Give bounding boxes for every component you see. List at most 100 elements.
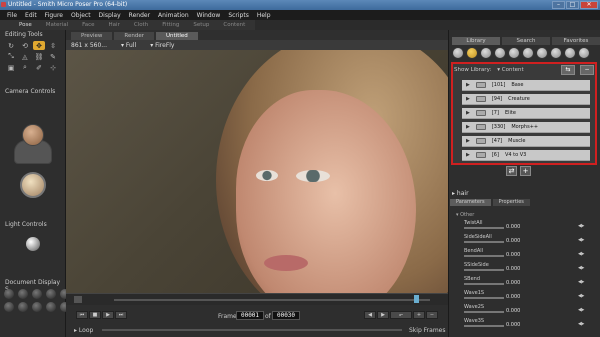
view-magnifier-icon[interactable]: ⌕ [19,63,31,72]
renderer-dropdown[interactable]: ▾ FireFly [150,42,174,49]
menu-scripts[interactable]: Scripts [224,12,253,19]
loop-range-track[interactable] [102,329,402,331]
room-tab-setup[interactable]: Setup [186,22,216,28]
display-style-icon[interactable] [18,289,28,299]
menu-animation[interactable]: Animation [154,12,193,19]
parameter-value[interactable]: 0.000 [506,252,520,258]
menu-help[interactable]: Help [253,12,275,19]
render-viewport[interactable] [66,50,448,293]
library-folder-row[interactable]: ▶ [330] Morphs++ [462,122,590,133]
menu-figure[interactable]: Figure [41,12,67,19]
remove-key-icon[interactable]: − [426,311,438,319]
tab-preview[interactable]: Preview [71,32,113,40]
display-style-icon[interactable] [4,289,14,299]
timeline-marker[interactable] [414,295,419,303]
parameter-slider[interactable] [464,255,504,257]
parameter-menu-icon[interactable]: ◀▸ [578,251,584,257]
chain-break-icon[interactable]: ⛓ [33,52,45,61]
parameter-menu-icon[interactable]: ◀▸ [578,279,584,285]
menu-object[interactable]: Object [67,12,95,19]
translate-in-out-icon[interactable]: ⇳ [47,41,59,50]
tab-properties[interactable]: Properties [492,199,530,206]
library-folder-row[interactable]: ▶ [47] Muscle [462,136,590,147]
cameras-category-icon[interactable] [564,47,576,59]
library-folder-row[interactable]: ▶ [6] V4 to V3 [462,150,590,161]
total-frames-field[interactable]: 00030 [272,311,300,320]
expand-arrow-icon[interactable]: ▶ [466,124,470,130]
loop-checkbox[interactable]: ▸ Loop [74,327,93,334]
stop-icon[interactable]: ■ [89,311,101,319]
parameter-menu-icon[interactable]: ◀▸ [578,321,584,327]
tab-parameters[interactable]: Parameters [450,199,491,206]
fast-forward-icon[interactable]: ⏭ [115,311,127,319]
tab-untitled[interactable]: Untitled [156,32,198,40]
maximize-button[interactable]: □ [566,1,579,9]
remove-library-icon[interactable]: − [580,65,594,75]
light-sphere-icon[interactable] [26,237,40,251]
direct-manipulation-icon[interactable]: ⊹ [47,63,59,72]
play-icon[interactable]: ▶ [102,311,114,319]
display-style-icon[interactable] [32,289,42,299]
color-tool-icon[interactable]: ✎ [47,52,59,61]
timeline-track[interactable] [114,299,430,301]
grouping-tool-icon[interactable]: ▣ [5,63,17,72]
keyframe-icon[interactable]: ⟜ [390,311,412,319]
parameter-slider[interactable] [464,227,504,229]
camera-face-icon[interactable] [22,124,44,146]
poses-category-icon[interactable] [480,47,492,59]
parameter-value[interactable]: 0.000 [506,322,520,328]
display-style-icon[interactable] [46,289,56,299]
tab-library[interactable]: Library [452,37,500,45]
expressions-category-icon[interactable] [494,47,506,59]
rewind-icon[interactable]: ⏮ [76,311,88,319]
lights-category-icon[interactable] [550,47,562,59]
library-dropdown[interactable]: ▾ Content [497,67,523,73]
library-folder-row[interactable]: ▶ [7] Elite [462,108,590,119]
minimize-button[interactable]: – [552,1,565,9]
menu-file[interactable]: File [3,12,21,19]
room-tab-cloth[interactable]: Cloth [127,22,155,28]
display-style-icon[interactable] [32,302,42,312]
expand-arrow-icon[interactable]: ▶ [466,138,470,144]
timeline-expand-icon[interactable] [74,296,82,303]
twist-tool-icon[interactable]: ⟲ [19,41,31,50]
parameter-menu-icon[interactable]: ◀▸ [578,293,584,299]
rotate-tool-icon[interactable]: ↻ [5,41,17,50]
figures-category-icon[interactable] [466,47,478,59]
props-category-icon[interactable] [536,47,548,59]
library-folder-row[interactable]: ▶ [101] Base [462,80,590,91]
room-tab-material[interactable]: Material [39,22,75,28]
display-style-icon[interactable] [18,302,28,312]
camera-trackball[interactable] [20,172,46,198]
expand-arrow-icon[interactable]: ▶ [466,152,470,158]
parameter-menu-icon[interactable]: ◀▸ [578,307,584,313]
parameter-value[interactable]: 0.000 [506,280,520,286]
parameter-group[interactable]: ▾ Other [456,212,474,218]
prev-key-icon[interactable]: ◀ [364,311,376,319]
expand-arrow-icon[interactable]: ▶ [466,110,470,116]
parameter-slider[interactable] [464,325,504,327]
skip-frames-label[interactable]: Skip Frames [409,327,446,334]
translate-tool-icon[interactable]: ✥ [33,41,45,50]
close-button[interactable]: ✕ [580,1,598,9]
add-key-icon[interactable]: + [413,311,425,319]
display-mode-dropdown[interactable]: ▾ Full [121,42,136,49]
menu-render[interactable]: Render [125,12,154,19]
hair-category-icon[interactable] [508,47,520,59]
menu-window[interactable]: Window [193,12,225,19]
room-tab-hair[interactable]: Hair [102,22,127,28]
parameter-slider[interactable] [464,269,504,271]
scale-tool-icon[interactable]: ⤡ [5,52,17,61]
parameter-slider[interactable] [464,241,504,243]
display-style-icon[interactable] [4,302,14,312]
home-category-icon[interactable] [452,47,464,59]
menu-edit[interactable]: Edit [21,12,41,19]
replace-item-icon[interactable]: ⇄ [506,166,517,176]
room-tab-pose[interactable]: Pose [12,22,39,28]
tab-search[interactable]: Search [502,37,550,45]
expand-arrow-icon[interactable]: ▶ [466,82,470,88]
expand-arrow-icon[interactable]: ▶ [466,96,470,102]
room-tab-fitting[interactable]: Fitting [155,22,186,28]
next-key-icon[interactable]: ▶ [377,311,389,319]
add-item-icon[interactable]: + [520,166,531,176]
